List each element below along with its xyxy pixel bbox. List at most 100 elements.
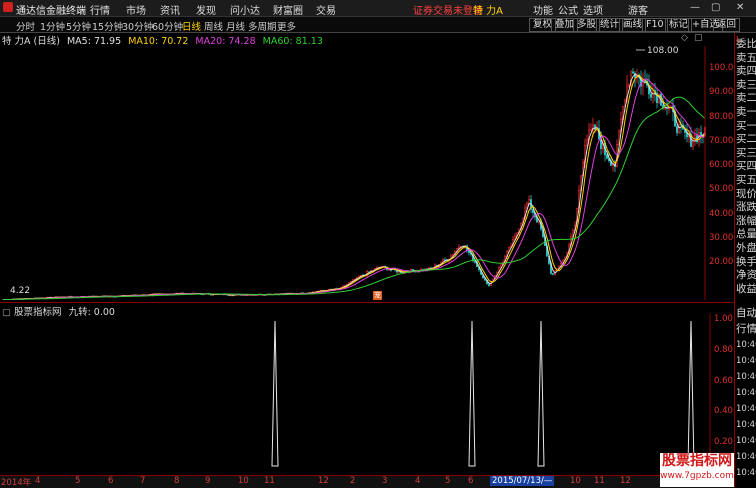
menu-caifuquan[interactable]: 财富圈 <box>273 2 303 17</box>
price-tick: 90.00 <box>709 87 733 97</box>
month-label: 4 <box>35 476 40 486</box>
btn-f10[interactable]: F10 <box>642 18 668 32</box>
menu-xuanxiang[interactable]: 选项 <box>583 2 603 17</box>
price-tick: 30.00 <box>709 233 733 243</box>
app-name: 通达信金融终端 <box>16 2 86 17</box>
side-label: 委比 <box>736 38 756 51</box>
candle-body <box>676 126 677 132</box>
minimize-icon[interactable]: — <box>690 2 700 13</box>
indicator-tick: 0.80 <box>714 345 733 355</box>
chart-close-icon[interactable]: ▢ <box>694 33 703 43</box>
menu-zixun[interactable]: 资讯 <box>160 2 180 17</box>
indicator-tick: 0.40 <box>714 406 733 416</box>
side-trade-time: 自动 <box>736 307 756 320</box>
time-axis: 2014年 456789101112234569101112 2015/07/1… <box>0 475 732 488</box>
candle-body <box>552 273 553 274</box>
side-label: 卖一 <box>736 106 756 119</box>
side-trade-time: 10:40 <box>736 339 756 352</box>
tf-monthly[interactable]: 月线 <box>226 19 245 33</box>
side-trade-time: 10:40 <box>736 387 756 400</box>
candle-body <box>700 132 701 135</box>
maximize-icon[interactable]: ▢ <box>711 2 720 13</box>
highlight-date: 2015/07/13/— <box>490 476 554 486</box>
indicator-chart[interactable] <box>0 314 732 474</box>
menu-faxian[interactable]: 发现 <box>196 2 216 17</box>
price-tick: 70.00 <box>709 136 733 146</box>
month-label: 6 <box>468 476 473 486</box>
tf-15min[interactable]: 15分钟 <box>92 19 123 33</box>
menu-youke[interactable]: 游客 <box>628 2 648 17</box>
month-label: 11 <box>594 476 605 486</box>
candle-body <box>528 199 529 203</box>
price-tick: 100.0 <box>709 63 733 73</box>
title-stock-name: 特 力A <box>473 2 503 17</box>
chart-settings-icon[interactable]: ◇ <box>681 33 688 43</box>
price-tick: 50.00 <box>709 184 733 194</box>
side-label: 收益 <box>736 283 756 296</box>
ma-legend: 特 力A (日线) MA5: 71.95 MA10: 70.72 MA20: 7… <box>0 33 327 46</box>
price-tick: 60.00 <box>709 160 733 170</box>
app-logo-icon <box>3 2 13 12</box>
pane-divider <box>0 302 734 303</box>
candle-body <box>678 124 679 132</box>
month-label: 8 <box>174 476 179 486</box>
indicator-tick: 0.20 <box>714 437 733 447</box>
tf-5min[interactable]: 5分钟 <box>66 19 91 33</box>
kline-chart[interactable] <box>0 46 732 300</box>
btn-fanhui[interactable]: 返回 <box>713 18 740 32</box>
side-label: 总量 <box>736 228 756 241</box>
menu-wenxiaoda[interactable]: 问小达 <box>230 2 260 17</box>
candle-body <box>632 72 633 73</box>
indicator-spike <box>272 321 278 466</box>
tf-60min[interactable]: 60分钟 <box>152 19 183 33</box>
month-label: 9 <box>205 476 210 486</box>
month-label: 2 <box>350 476 355 486</box>
tf-weekly[interactable]: 周线 <box>204 19 223 33</box>
close-icon[interactable]: ✕ <box>736 2 744 13</box>
indicator-tick: 1.00 <box>714 314 733 324</box>
watermark: 股票指标网 www.7gpzb.com <box>660 453 734 487</box>
side-label: 换手 <box>736 256 756 269</box>
month-label: 4 <box>415 476 420 486</box>
quote-side-panel: L 委比卖五卖四卖三卖二卖一买一买二买三买四买五现价涨跌涨幅总量外盘换手净资收益… <box>734 33 756 487</box>
side-label: 买四 <box>736 160 756 173</box>
menu-gongshi[interactable]: 公式 <box>558 2 578 17</box>
side-label: 买二 <box>736 133 756 146</box>
tf-1min[interactable]: 1分钟 <box>40 19 65 33</box>
side-label: 外盘 <box>736 242 756 255</box>
year-label: 2014年 <box>1 476 31 488</box>
tf-fenshi[interactable]: 分时 <box>16 19 35 33</box>
watermark-url: www.7gpzb.com <box>660 470 734 482</box>
menu-shichang[interactable]: 市场 <box>126 2 146 17</box>
tf-daily[interactable]: 日线 <box>182 19 201 33</box>
month-label: 12 <box>318 476 329 486</box>
period-toolbar: 分时 1分钟 5分钟 15分钟 30分钟 60分钟 日线 周线 月线 多周期 更… <box>0 17 756 33</box>
ma10-line <box>3 75 705 300</box>
tf-30min[interactable]: 30分钟 <box>122 19 153 33</box>
side-label: 净资 <box>736 269 756 282</box>
side-label: 卖五 <box>736 52 756 65</box>
tf-multi[interactable]: 多周期 <box>248 19 277 33</box>
side-label: 涨幅 <box>736 215 756 228</box>
candle-body <box>606 155 607 159</box>
candle-body <box>590 130 591 131</box>
side-trade-time: 10:40 <box>736 451 756 464</box>
candle-body <box>488 284 489 286</box>
side-trade-time: 行情 <box>736 323 756 336</box>
month-label: 11 <box>264 476 275 486</box>
ma60-line <box>3 97 705 300</box>
menu-jiaoyi[interactable]: 交易 <box>316 2 336 17</box>
indicator-spike <box>688 321 694 466</box>
side-label: 卖二 <box>736 92 756 105</box>
price-tick: 20.00 <box>709 257 733 267</box>
side-trade-time: 10:40 <box>736 371 756 384</box>
menu-gongneng[interactable]: 功能 <box>533 2 553 17</box>
side-trade-time: 10:40 <box>736 355 756 368</box>
menu-hangqing[interactable]: 行情 <box>90 2 110 17</box>
event-marker-icon[interactable]: 宠 <box>373 291 382 300</box>
tf-more[interactable]: 更多 <box>277 19 296 33</box>
low-price-label: 4.22 <box>10 286 30 296</box>
ma5-line <box>3 74 705 300</box>
indicator-tick: 0.60 <box>714 376 733 386</box>
side-trade-time: 10:40 <box>736 403 756 416</box>
